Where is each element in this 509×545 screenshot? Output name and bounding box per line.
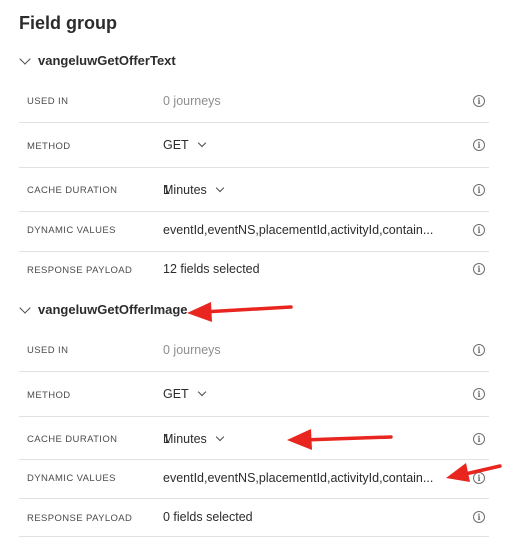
annotation-arrows: [187, 302, 502, 482]
red-arrow: [187, 302, 293, 322]
red-arrow: [446, 463, 502, 482]
red-arrow: [287, 429, 393, 450]
field-group-panel: Field group vangeluwGetOfferText USED IN…: [0, 0, 509, 545]
